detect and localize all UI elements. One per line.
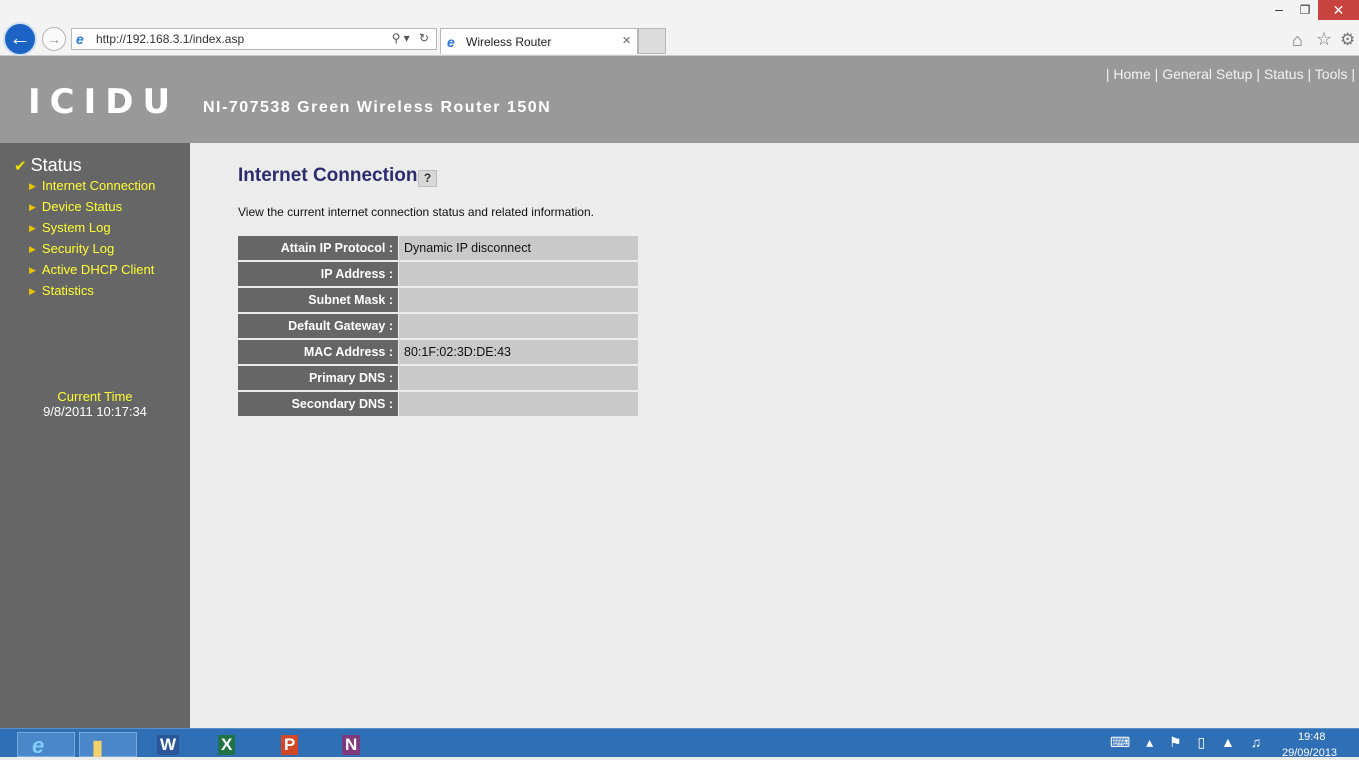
sidebar: ✔ Status ▶ Internet Connection ▶ Device Sta… bbox=[0, 143, 190, 728]
new-tab-button[interactable] bbox=[638, 28, 666, 54]
taskbar-file-explorer-button[interactable]: ▮ bbox=[79, 732, 137, 759]
row-value bbox=[398, 366, 638, 390]
row-label: Subnet Mask : bbox=[238, 288, 398, 312]
sidebar-item-active-dhcp-client[interactable]: ▶ Active DHCP Client bbox=[29, 262, 154, 277]
address-url: http://192.168.3.1/index.asp bbox=[96, 32, 245, 46]
taskbar: e ▮ W X P N ⌨ ▴ ⚑ ▯ ▲ ♫ 19:48 29/09/2013 bbox=[0, 728, 1359, 759]
browser-tab[interactable]: e Wireless Router × bbox=[440, 28, 638, 54]
row-value bbox=[398, 288, 638, 312]
table-row: MAC Address :80:1F:02:3D:DE:43 bbox=[238, 340, 638, 364]
taskbar-clock-date[interactable]: 29/09/2013 bbox=[1282, 747, 1337, 759]
system-tray-icons[interactable]: ⌨ ▴ ⚑ ▯ ▲ ♫ bbox=[1110, 734, 1267, 751]
nav-tools-link[interactable]: Tools bbox=[1315, 66, 1348, 82]
arrow-right-icon: ▶ bbox=[29, 181, 36, 191]
arrow-right-icon: ▶ bbox=[29, 286, 36, 296]
word-icon[interactable]: W bbox=[157, 735, 180, 755]
arrow-right-icon: ▶ bbox=[29, 265, 36, 275]
model-name: NI-707538 Green Wireless Router 150N bbox=[203, 99, 552, 116]
row-label: Attain IP Protocol : bbox=[238, 236, 398, 260]
nav-home-link[interactable]: Home bbox=[1113, 66, 1150, 82]
checkmark-icon: ✔ bbox=[14, 158, 27, 175]
router-header: ICIDU NI-707538 Green Wireless Router 15… bbox=[0, 56, 1359, 143]
row-label: IP Address : bbox=[238, 262, 398, 286]
table-row: Secondary DNS : bbox=[238, 392, 638, 416]
window-close-button[interactable]: ✕ bbox=[1318, 0, 1359, 20]
onenote-icon[interactable]: N bbox=[342, 735, 361, 755]
top-navigation: | Home | General Setup | Status | Tools … bbox=[1105, 66, 1355, 82]
taskbar-clock-time[interactable]: 19:48 bbox=[1298, 731, 1326, 743]
sidebar-item-security-log[interactable]: ▶ Security Log bbox=[29, 241, 114, 256]
current-time-value: 9/8/2011 10:17:34 bbox=[43, 404, 147, 419]
arrow-right-icon: ▶ bbox=[29, 244, 36, 254]
row-label: MAC Address : bbox=[238, 340, 398, 364]
current-time-label: Current Time bbox=[57, 389, 133, 404]
browser-chrome: ← → e http://192.168.3.1/index.asp ⚲▾ ↻ … bbox=[0, 0, 1359, 56]
row-label: Secondary DNS : bbox=[238, 392, 398, 416]
ie-page-icon: e bbox=[76, 31, 84, 47]
table-row: Subnet Mask : bbox=[238, 288, 638, 312]
favorites-star-icon[interactable]: ☆ bbox=[1316, 29, 1332, 50]
sidebar-item-statistics[interactable]: ▶ Statistics bbox=[29, 283, 94, 298]
forward-button[interactable]: → bbox=[42, 27, 66, 51]
help-icon[interactable]: ? bbox=[418, 170, 437, 187]
connection-info-table: Attain IP Protocol : Dynamic IP disconnec… bbox=[238, 234, 638, 418]
brand-logo: ICIDU bbox=[28, 82, 180, 122]
arrow-right-icon: ▶ bbox=[29, 223, 36, 233]
table-row: IP Address : bbox=[238, 262, 638, 286]
gear-icon[interactable]: ⚙ bbox=[1340, 30, 1355, 50]
row-value bbox=[398, 262, 638, 286]
row-value: Dynamic IP disconnect bbox=[398, 236, 638, 260]
powerpoint-icon[interactable]: P bbox=[281, 735, 299, 755]
table-row: Primary DNS : bbox=[238, 366, 638, 390]
sidebar-item-internet-connection[interactable]: ▶ Internet Connection bbox=[29, 178, 155, 193]
page-title: Internet Connection bbox=[238, 165, 418, 186]
row-value bbox=[398, 392, 638, 416]
row-value bbox=[398, 314, 638, 338]
sidebar-section-title[interactable]: ✔ Status bbox=[14, 155, 82, 176]
table-row: Default Gateway : bbox=[238, 314, 638, 338]
minimize-button[interactable]: – bbox=[1266, 0, 1292, 20]
nav-status-link[interactable]: Status bbox=[1264, 66, 1304, 82]
arrow-right-icon: ▶ bbox=[29, 202, 36, 212]
back-button[interactable]: ← bbox=[3, 22, 37, 56]
row-label: Primary DNS : bbox=[238, 366, 398, 390]
internet-explorer-icon: e bbox=[32, 733, 45, 758]
excel-icon[interactable]: X bbox=[218, 735, 236, 755]
ie-tab-icon: e bbox=[447, 34, 455, 50]
taskbar-internet-explorer-button[interactable]: e bbox=[17, 732, 75, 758]
folder-icon: ▮ bbox=[92, 737, 104, 759]
tab-close-icon[interactable]: × bbox=[622, 32, 631, 49]
home-icon[interactable]: ⌂ bbox=[1292, 30, 1303, 51]
row-label: Default Gateway : bbox=[238, 314, 398, 338]
sidebar-item-device-status[interactable]: ▶ Device Status bbox=[29, 199, 122, 214]
row-value: 80:1F:02:3D:DE:43 bbox=[398, 340, 638, 364]
restore-button[interactable]: ❐ bbox=[1292, 0, 1318, 20]
address-tools-icon[interactable]: ⚲▾ ↻ bbox=[392, 31, 432, 45]
table-row: Attain IP Protocol : Dynamic IP disconnec… bbox=[238, 236, 638, 260]
nav-general-setup-link[interactable]: General Setup bbox=[1162, 66, 1252, 82]
page-description: View the current internet connection sta… bbox=[238, 205, 594, 219]
sidebar-item-system-log[interactable]: ▶ System Log bbox=[29, 220, 111, 235]
address-bar[interactable]: e http://192.168.3.1/index.asp ⚲▾ ↻ bbox=[71, 28, 437, 50]
tab-title: Wireless Router bbox=[466, 35, 552, 49]
